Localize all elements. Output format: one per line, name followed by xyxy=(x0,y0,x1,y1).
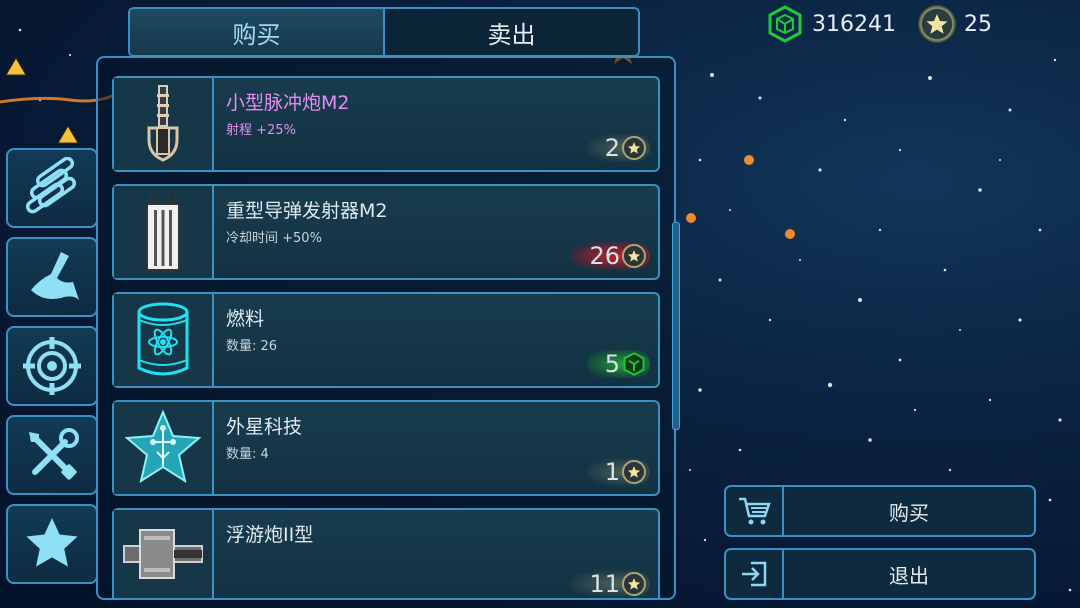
item-stat: 数量: 26 xyxy=(226,339,278,354)
category-tools-button[interactable] xyxy=(6,415,98,495)
item-price: 1 xyxy=(586,458,650,486)
star-icon xyxy=(26,518,78,567)
item-thumbnail xyxy=(114,186,214,278)
buy-sell-tabs: 购买 卖出 xyxy=(128,7,640,57)
price-value: 11 xyxy=(589,570,620,598)
star-coin-icon xyxy=(622,244,646,268)
category-weapons-button[interactable] xyxy=(6,326,98,406)
item-thumbnail xyxy=(114,510,214,598)
shop-item-row[interactable]: 小型脉冲炮M2 射程 +25% 2 xyxy=(112,76,660,172)
gem-icon xyxy=(623,352,645,376)
item-name: 浮游炮II型 xyxy=(226,524,314,546)
target-icon xyxy=(23,337,81,395)
missile-launcher-icon xyxy=(146,194,180,271)
category-hull-button[interactable] xyxy=(6,237,98,317)
pulse-cannon-icon xyxy=(147,85,179,162)
exit-button-label: 退出 xyxy=(889,563,929,588)
alien-tech-icon xyxy=(124,409,202,484)
tools-icon xyxy=(29,428,79,480)
price-value: 1 xyxy=(604,458,620,486)
shop-item-row[interactable]: 重型导弹发射器M2 冷却时间 +50% 26 xyxy=(112,184,660,280)
item-thumbnail xyxy=(114,78,214,170)
star-balance: 25 xyxy=(918,5,992,43)
exit-icon xyxy=(726,550,784,598)
item-name: 外星科技 xyxy=(226,416,303,438)
list-scrollbar[interactable] xyxy=(672,222,680,430)
price-value: 26 xyxy=(589,242,620,270)
item-stat: 射程 +25% xyxy=(226,123,296,138)
item-name: 燃料 xyxy=(226,308,265,330)
star-count: 25 xyxy=(964,11,992,37)
star-coin-icon xyxy=(622,136,646,160)
star-coin-icon xyxy=(918,5,956,43)
item-thumbnail xyxy=(114,294,214,386)
star-coin-icon xyxy=(622,460,646,484)
cart-icon xyxy=(726,487,784,535)
item-thumbnail xyxy=(114,402,214,494)
ammo-icon xyxy=(25,157,77,214)
hull-icon xyxy=(31,252,79,300)
item-price: 5 xyxy=(586,350,650,378)
gem-icon xyxy=(768,5,802,43)
gem-balance: 316241 xyxy=(766,5,896,43)
item-price: 26 xyxy=(571,242,650,270)
star-coin-icon xyxy=(622,572,646,596)
price-value: 2 xyxy=(604,134,620,162)
item-name: 重型导弹发射器M2 xyxy=(226,200,388,222)
shop-item-row[interactable]: 浮游炮II型 11 xyxy=(112,508,660,598)
buy-button-label: 购买 xyxy=(889,500,929,525)
category-ammo-button[interactable] xyxy=(6,148,98,228)
item-price: 11 xyxy=(571,570,650,598)
item-stat: 数量: 4 xyxy=(226,447,269,462)
price-value: 5 xyxy=(604,350,620,378)
shop-item-row[interactable]: 燃料 数量: 26 5 xyxy=(112,292,660,388)
drone-cannon-icon xyxy=(123,529,203,579)
category-special-button[interactable] xyxy=(6,504,98,584)
shop-item-list: 小型脉冲炮M2 射程 +25% 2 重型导弹发射器M2 冷却时间 +50% 26 xyxy=(96,56,676,600)
tab-sell[interactable]: 卖出 xyxy=(383,9,638,55)
tab-buy[interactable]: 购买 xyxy=(130,9,383,55)
exit-button[interactable]: 退出 xyxy=(724,548,1036,600)
item-price: 2 xyxy=(586,134,650,162)
gem-count: 316241 xyxy=(812,11,896,37)
item-name: 小型脉冲炮M2 xyxy=(226,92,350,114)
shop-item-row[interactable]: 外星科技 数量: 4 1 xyxy=(112,400,660,496)
fuel-canister-icon xyxy=(137,302,189,376)
buy-button[interactable]: 购买 xyxy=(724,485,1036,537)
